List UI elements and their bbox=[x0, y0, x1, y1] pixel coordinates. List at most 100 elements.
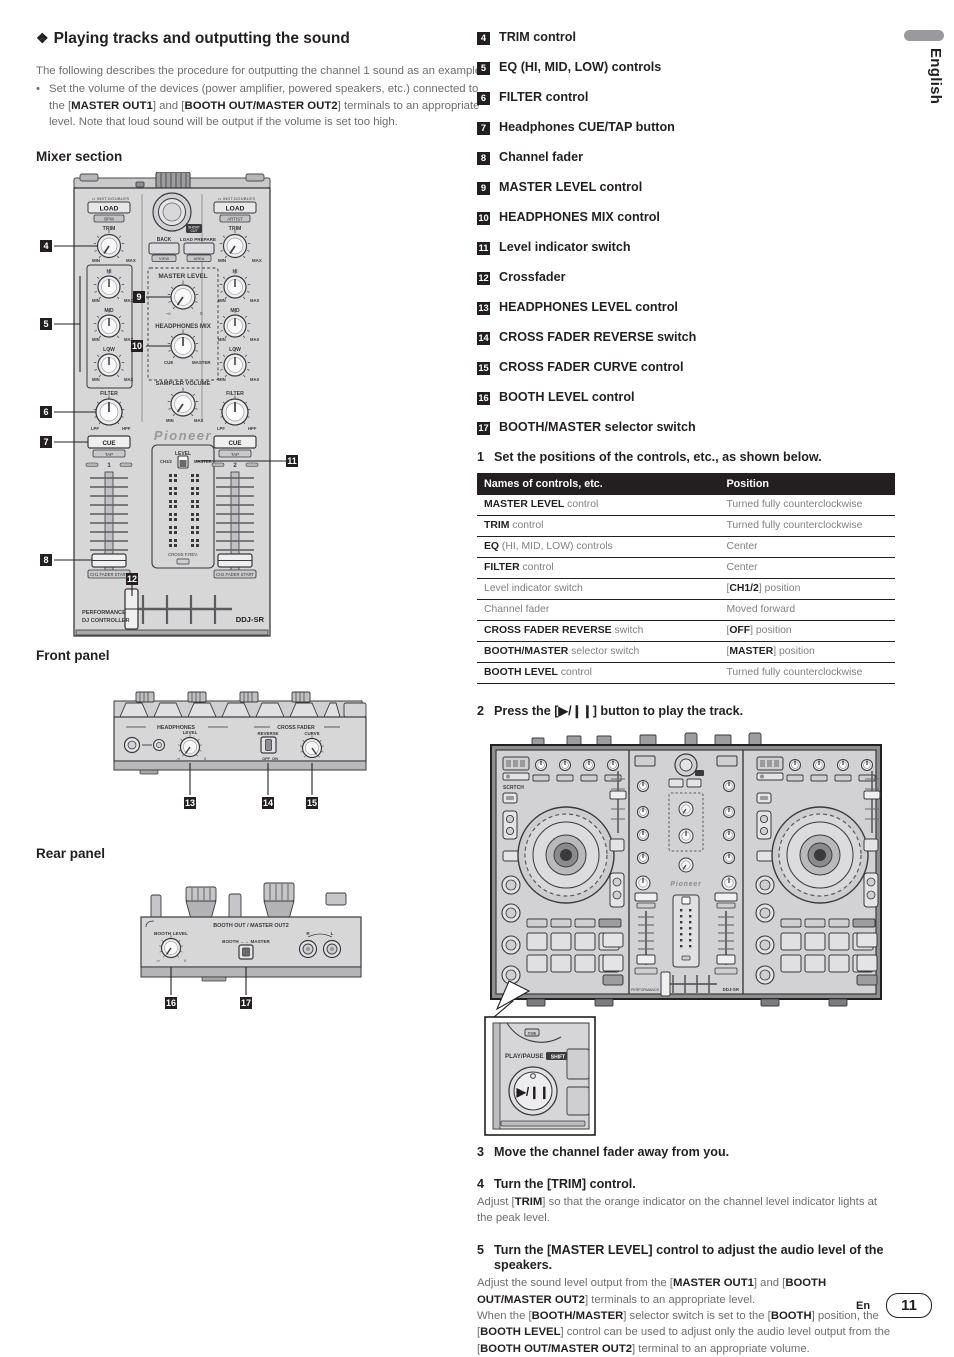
svg-text:REVERSE: REVERSE bbox=[258, 731, 279, 736]
cell-name-bold: FILTER bbox=[484, 562, 520, 574]
callout-12: 12 bbox=[126, 572, 139, 585]
step-4-body: Adjust [TRIM] so that the orange indicat… bbox=[477, 1194, 895, 1227]
svg-text:MIN: MIN bbox=[92, 337, 100, 342]
cell-position: Center bbox=[719, 536, 895, 558]
cell-name-rest: Channel fader bbox=[484, 604, 550, 616]
cell-name-rest: Level indicator switch bbox=[484, 583, 583, 595]
svg-text:TAP: TAP bbox=[231, 452, 239, 457]
svg-text:MAX: MAX bbox=[252, 258, 262, 263]
step-1: 1 Set the positions of the controls, etc… bbox=[477, 450, 895, 466]
list-item: 12 Crossfader bbox=[477, 270, 895, 285]
callout-7: 7 bbox=[40, 435, 52, 448]
item-label: CROSS FADER CURVE control bbox=[499, 360, 684, 374]
cell-position: Turned fully counterclockwise bbox=[719, 662, 895, 684]
front-panel-figure: HEADPHONES LEVEL -∞ 0 CROSS FADER REVERS… bbox=[36, 671, 488, 836]
bullet-text: Set the volume of the devices (power amp… bbox=[49, 81, 488, 131]
step-2-heading: 2 Press the [▶/❙❙] button to play the tr… bbox=[477, 704, 895, 720]
svg-text:MIN: MIN bbox=[218, 258, 226, 263]
cell-name-rest: (HI, MID, LOW) controls bbox=[499, 541, 613, 553]
list-item: 16 BOOTH LEVEL control bbox=[477, 390, 895, 405]
table-row: BOOTH LEVEL control Turned fully counter… bbox=[477, 662, 895, 684]
cell-pos-bold: CH1/2 bbox=[729, 583, 759, 595]
svg-text:MAX: MAX bbox=[194, 418, 204, 423]
cell-pos-pre: Moved forward bbox=[726, 604, 796, 616]
play-pause-callout: CUE PLAY/PAUSE SHIFT ▶/❙❙ bbox=[477, 1013, 895, 1143]
table-body: MASTER LEVEL control Turned fully counte… bbox=[477, 494, 895, 684]
table-row: MASTER LEVEL control Turned fully counte… bbox=[477, 494, 895, 516]
cell-name: FILTER control bbox=[477, 557, 720, 579]
left-column: ❖ Playing tracks and outputting the sound… bbox=[36, 30, 488, 1029]
bullet-bold-1: MASTER OUT1 bbox=[71, 99, 153, 112]
svg-text:DDJ-SR: DDJ-SR bbox=[723, 987, 740, 992]
svg-text:MIN: MIN bbox=[92, 377, 100, 382]
svg-text:MASTER: MASTER bbox=[192, 360, 211, 365]
diamond-icon: ❖ bbox=[36, 30, 49, 46]
callout-15: 15 bbox=[306, 796, 319, 809]
s4-bold-1: TRIM bbox=[514, 1195, 543, 1208]
mixer-section-heading: Mixer section bbox=[36, 148, 123, 164]
rear-panel-diagram: BOOTH OUT / MASTER OUT2 BOOTH LEVEL -∞ 0… bbox=[140, 882, 362, 995]
svg-text:MAX: MAX bbox=[250, 298, 260, 303]
step-1-number: 1 bbox=[477, 450, 485, 464]
svg-text:LPF: LPF bbox=[91, 426, 99, 431]
shift-label: SHIFT bbox=[551, 1055, 565, 1061]
step-1-heading: 1 Set the positions of the controls, etc… bbox=[477, 450, 895, 466]
callout-10: 10 bbox=[131, 339, 144, 352]
svg-text:BOOTH ←→ MASTER: BOOTH ←→ MASTER bbox=[222, 939, 270, 944]
step-5-heading: 5 Turn the [MASTER LEVEL] control to adj… bbox=[477, 1243, 895, 1274]
item-label: Channel fader bbox=[499, 150, 583, 164]
list-item: 17 BOOTH/MASTER selector switch bbox=[477, 420, 895, 435]
item-label: BOOTH/MASTER selector switch bbox=[499, 420, 696, 434]
item-number: 12 bbox=[477, 272, 490, 285]
cell-name: MASTER LEVEL control bbox=[477, 494, 720, 516]
bullet-bold-2: BOOTH OUT/MASTER OUT2 bbox=[184, 99, 338, 112]
cell-name-rest: switch bbox=[611, 625, 644, 637]
callout-6: 6 bbox=[40, 405, 52, 418]
manual-page: English ❖ Playing tracks and outputting t… bbox=[0, 0, 954, 1355]
step-2: 2 Press the [▶/❙❙] button to play the tr… bbox=[477, 704, 895, 720]
cell-position: Moved forward bbox=[719, 599, 895, 621]
step-4-text: Turn the [TRIM] control. bbox=[494, 1177, 636, 1192]
svg-text:1: 1 bbox=[107, 462, 111, 469]
svg-text:CUE: CUE bbox=[228, 440, 241, 447]
table-row: CROSS FADER REVERSE switch [OFF] positio… bbox=[477, 620, 895, 642]
cell-name-rest: control bbox=[564, 499, 599, 511]
item-label: Crossfader bbox=[499, 270, 566, 284]
cell-name: BOOTH LEVEL control bbox=[477, 662, 720, 684]
mixer-diagram: •• INST.DOUBLES LOAD BPM TRIM MIN MAX MI… bbox=[54, 171, 286, 637]
play-pause-label: PLAY/PAUSE bbox=[505, 1053, 544, 1060]
svg-text:-∞: -∞ bbox=[166, 311, 171, 316]
page-title-text: Playing tracks and outputting the sound bbox=[53, 30, 350, 47]
svg-text:2: 2 bbox=[233, 462, 237, 469]
cell-name: Channel fader bbox=[477, 599, 720, 621]
item-label: Level indicator switch bbox=[499, 240, 631, 254]
cell-name-bold: CROSS FADER REVERSE bbox=[484, 625, 612, 637]
cell-pos-post: ] position bbox=[750, 625, 792, 637]
cell-pos-pre: Turned fully counterclockwise bbox=[726, 667, 863, 679]
svg-text:ON: ON bbox=[272, 756, 278, 761]
svg-text:CH1 FADER START: CH1 FADER START bbox=[90, 572, 128, 577]
svg-text:MAX: MAX bbox=[250, 377, 260, 382]
intro-bullet: • Set the volume of the devices (power a… bbox=[36, 81, 488, 131]
list-item: 7 Headphones CUE/TAP button bbox=[477, 120, 895, 135]
cell-name-rest: control bbox=[557, 667, 592, 679]
svg-text:CUE: CUE bbox=[102, 440, 115, 447]
item-number: 9 bbox=[477, 182, 490, 195]
callout-14: 14 bbox=[262, 796, 275, 809]
item-label: HEADPHONES LEVEL control bbox=[499, 300, 678, 314]
svg-text:PERFORMANCE: PERFORMANCE bbox=[82, 610, 126, 616]
step-2-number: 2 bbox=[477, 703, 485, 718]
item-number: 4 bbox=[477, 32, 490, 45]
language-tab: English bbox=[900, 30, 944, 160]
cell-pos-pre: Center bbox=[726, 562, 758, 574]
item-label: TRIM control bbox=[499, 30, 576, 44]
rear-panel-heading: Rear panel bbox=[36, 845, 106, 861]
item-number: 14 bbox=[477, 332, 490, 345]
s5-p1c: ] and [ bbox=[753, 1277, 786, 1290]
shift-tag: CUE bbox=[528, 1031, 537, 1036]
svg-text:SAMPLER VOLUME: SAMPLER VOLUME bbox=[156, 381, 211, 387]
cell-name: BOOTH/MASTER selector switch bbox=[477, 641, 720, 663]
step-5-text: Turn the [MASTER LEVEL] control to adjus… bbox=[494, 1242, 884, 1273]
item-label: HEADPHONES MIX control bbox=[499, 210, 660, 224]
svg-text:TAP: TAP bbox=[105, 452, 113, 457]
